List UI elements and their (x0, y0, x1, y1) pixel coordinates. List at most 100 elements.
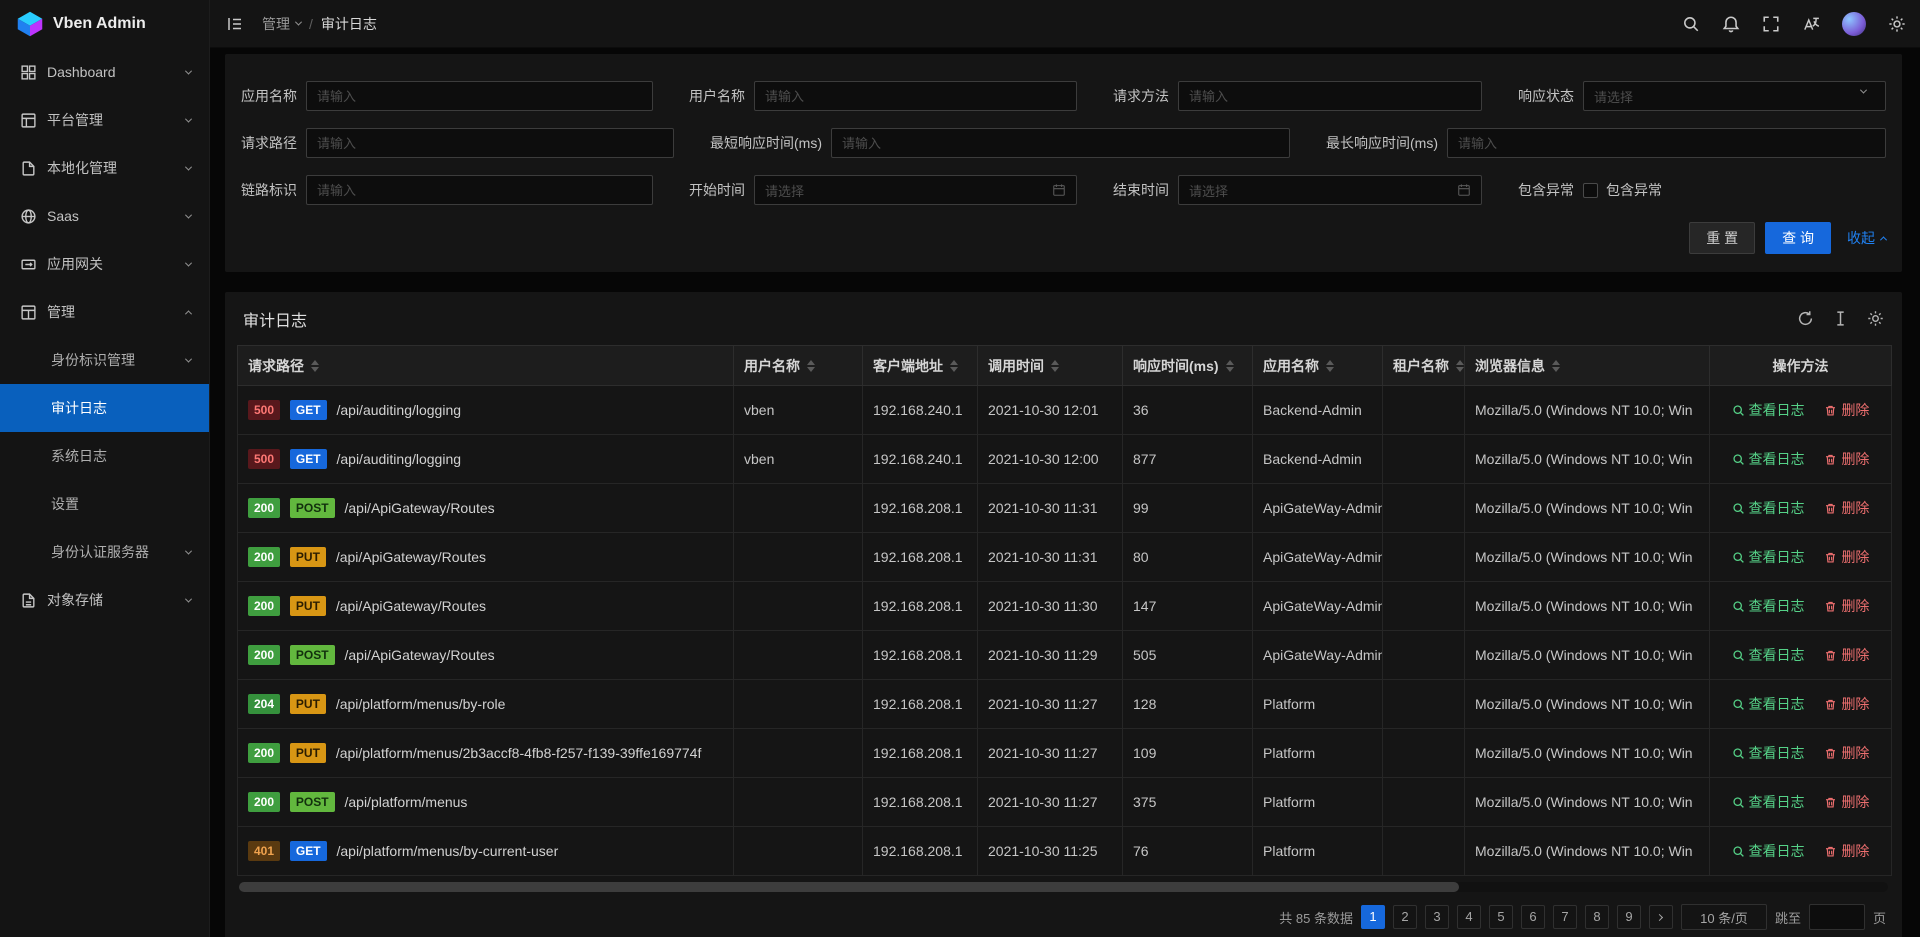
menu-fold-icon[interactable] (226, 15, 244, 33)
delete-button[interactable]: 删除 (1824, 792, 1869, 812)
scrollbar-thumb[interactable] (239, 882, 1459, 892)
trash-icon (1824, 845, 1837, 858)
search-icon[interactable] (1682, 15, 1700, 33)
view-log-button[interactable]: 查看日志 (1732, 596, 1805, 616)
page-button[interactable]: 9 (1617, 905, 1641, 929)
delete-button[interactable]: 删除 (1824, 498, 1869, 518)
view-log-button[interactable]: 查看日志 (1732, 792, 1805, 812)
http-method-input[interactable] (1178, 81, 1482, 111)
sort-control[interactable] (950, 360, 958, 372)
calendar-icon (1052, 183, 1066, 197)
request-path: /api/platform/menus/2b3accf8-4fb8-f257-f… (336, 745, 702, 761)
sort-control[interactable] (1051, 360, 1059, 372)
status-badge: 200 (248, 498, 280, 518)
page-button[interactable]: 1 (1361, 905, 1385, 929)
cell-user-name (734, 533, 863, 582)
request-path: /api/platform/menus/by-current-user (336, 843, 558, 859)
sort-control[interactable] (1326, 360, 1334, 372)
delete-button[interactable]: 删除 (1824, 694, 1869, 714)
sort-control[interactable] (311, 360, 319, 372)
sidebar-item-gateway[interactable]: 应用网关 (0, 240, 209, 288)
sidebar-item-platform[interactable]: 平台管理 (0, 96, 209, 144)
bell-icon[interactable] (1722, 15, 1740, 33)
chevron-down-icon (185, 595, 192, 602)
refresh-icon[interactable] (1797, 310, 1814, 327)
cell-app-name: ApiGateWay-Admin (1253, 533, 1383, 582)
sidebar-item-system-log[interactable]: 系统日志 (0, 432, 209, 480)
sidebar-item-audit-log[interactable]: 审计日志 (0, 384, 209, 432)
avatar[interactable] (1842, 12, 1866, 36)
delete-button[interactable]: 删除 (1824, 547, 1869, 567)
sort-control[interactable] (807, 360, 815, 372)
sidebar-item-dashboard[interactable]: Dashboard (0, 48, 209, 96)
request-path: /api/platform/menus (344, 794, 467, 810)
cell-operations: 查看日志 删除 (1710, 484, 1892, 533)
view-log-button[interactable]: 查看日志 (1732, 743, 1805, 763)
sidebar-item-settings[interactable]: 设置 (0, 480, 209, 528)
sidebar-item-object-storage[interactable]: 对象存储 (0, 576, 209, 624)
delete-button[interactable]: 删除 (1824, 596, 1869, 616)
cell-browser-info: Mozilla/5.0 (Windows NT 10.0; Win (1465, 484, 1710, 533)
app-name-input[interactable] (306, 81, 653, 111)
delete-button[interactable]: 删除 (1824, 449, 1869, 469)
min-response-time-input[interactable] (831, 128, 1290, 158)
delete-button[interactable]: 删除 (1824, 743, 1869, 763)
management-icon (20, 304, 37, 321)
end-time-picker[interactable]: 请选择 (1178, 175, 1482, 205)
cell-client-address: 192.168.208.1 (863, 778, 978, 827)
sidebar-item-saas[interactable]: Saas (0, 192, 209, 240)
page-button[interactable]: 6 (1521, 905, 1545, 929)
view-log-button[interactable]: 查看日志 (1732, 449, 1805, 469)
column-settings-icon[interactable] (1867, 310, 1884, 327)
cell-browser-info: Mozilla/5.0 (Windows NT 10.0; Win (1465, 631, 1710, 680)
view-log-button[interactable]: 查看日志 (1732, 498, 1805, 518)
search-form-panel: 应用名称 用户名称 请求方法 响应状态 请选择 (225, 54, 1902, 272)
sort-control[interactable] (1552, 360, 1560, 372)
jump-page-input[interactable] (1809, 904, 1865, 930)
page-button[interactable]: 7 (1553, 905, 1577, 929)
reset-button[interactable]: 重 置 (1689, 222, 1755, 254)
zoom-icon[interactable] (1832, 310, 1849, 327)
logo[interactable]: Vben Admin (0, 0, 209, 48)
status-select[interactable]: 请选择 (1583, 81, 1886, 111)
delete-button[interactable]: 删除 (1824, 400, 1869, 420)
trace-id-input[interactable] (306, 175, 653, 205)
query-button[interactable]: 查 询 (1765, 222, 1831, 254)
sidebar-item-identity-management[interactable]: 身份标识管理 (0, 336, 209, 384)
user-name-input[interactable] (754, 81, 1077, 111)
next-page-button[interactable] (1649, 905, 1673, 929)
view-log-button[interactable]: 查看日志 (1732, 400, 1805, 420)
max-response-time-input[interactable] (1447, 128, 1886, 158)
view-log-button[interactable]: 查看日志 (1732, 694, 1805, 714)
exception-checkbox[interactable] (1583, 183, 1598, 198)
collapse-link[interactable]: 收起 (1847, 228, 1886, 248)
page-button[interactable]: 5 (1489, 905, 1513, 929)
column-header: 浏览器信息 (1475, 356, 1545, 376)
request-path-input[interactable] (306, 128, 674, 158)
view-log-button[interactable]: 查看日志 (1732, 547, 1805, 567)
trash-icon (1824, 502, 1837, 515)
sort-control[interactable] (1226, 360, 1234, 372)
page-button[interactable]: 4 (1457, 905, 1481, 929)
sidebar-item-localization[interactable]: 本地化管理 (0, 144, 209, 192)
view-log-button[interactable]: 查看日志 (1732, 841, 1805, 861)
delete-button[interactable]: 删除 (1824, 645, 1869, 665)
translate-icon[interactable] (1802, 15, 1820, 33)
start-time-picker[interactable]: 请选择 (754, 175, 1077, 205)
sidebar-item-management[interactable]: 管理 (0, 288, 209, 336)
settings-icon[interactable] (1888, 15, 1906, 33)
fullscreen-icon[interactable] (1762, 15, 1780, 33)
page-button[interactable]: 3 (1425, 905, 1449, 929)
status-badge: 500 (248, 449, 280, 469)
page-button[interactable]: 2 (1393, 905, 1417, 929)
field-label: 结束时间 (1113, 180, 1169, 200)
page-size-select[interactable]: 10 条/页 (1681, 904, 1767, 930)
view-log-button[interactable]: 查看日志 (1732, 645, 1805, 665)
sidebar-item-identity-server[interactable]: 身份认证服务器 (0, 528, 209, 576)
delete-button[interactable]: 删除 (1824, 841, 1869, 861)
sort-control[interactable] (1456, 360, 1464, 372)
breadcrumb-root[interactable]: 管理 (262, 14, 301, 34)
cell-response-time: 76 (1123, 827, 1253, 876)
page-button[interactable]: 8 (1585, 905, 1609, 929)
table-row: 200 POST /api/ApiGateway/Routes 192.168.… (238, 484, 1892, 533)
